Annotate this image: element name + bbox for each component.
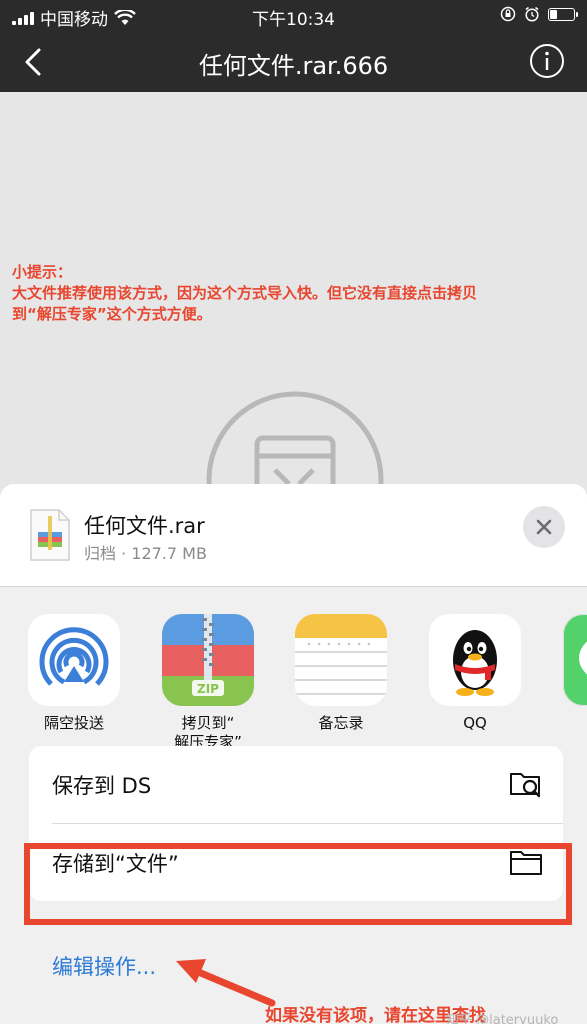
alarm-icon (525, 6, 539, 22)
battery-icon (548, 7, 578, 21)
tip-annotation: 小提示： 大文件推荐使用该方式，因为这个方式导入快。但它没有直接点击拷贝 到“解… (12, 262, 582, 325)
rotation-lock-icon (500, 6, 516, 22)
share-apps-row: 隔空投送 ZIP 拷贝到“ 解压专家” 备忘录 QQ (0, 614, 587, 754)
share-app-label: 隔空投送 (43, 714, 104, 732)
close-button[interactable] (523, 506, 565, 548)
edit-actions-link[interactable]: 编辑操作... (52, 951, 156, 981)
share-app-label-line: 拷贝到“ (181, 714, 235, 732)
nav-bar: 任何文件.rar.666 (0, 32, 587, 92)
share-sheet: 任何文件.rar 归档 · 127.7 MB 隔空投送 ZIP 拷贝到“ 解压专… (0, 484, 587, 1024)
share-app-label: 备忘录 (318, 714, 364, 732)
qq-penguin-icon (429, 614, 521, 706)
status-bar: 中国移动 下午10:34 (0, 0, 587, 32)
share-sheet-header: 任何文件.rar 归档 · 127.7 MB (0, 484, 587, 587)
clock: 下午10:34 (252, 10, 335, 30)
file-name: 任何文件.rar (84, 514, 205, 538)
share-app-qq[interactable]: QQ (410, 614, 540, 733)
notes-icon (295, 614, 387, 706)
tip-title: 小提示： (12, 263, 73, 281)
watermark: 知乎 @lateryuuko (446, 1013, 559, 1024)
info-icon[interactable] (529, 43, 565, 79)
save-to-ds-action[interactable]: 保存到 DS (29, 746, 563, 821)
share-app-label: QQ (463, 714, 487, 732)
tip-line: 大文件推荐使用该方式，因为这个方式导入快。但它没有直接点击拷贝 (12, 284, 478, 302)
zip-expert-icon: ZIP (162, 614, 254, 706)
airdrop-icon (28, 614, 120, 706)
share-app-notes[interactable]: 备忘录 (276, 614, 406, 733)
tip-line: 到“解压专家”这个方式方便。 (12, 305, 212, 323)
share-app-zip-expert[interactable]: ZIP 拷贝到“ 解压专家” (143, 614, 273, 752)
page-title: 任何文件.rar.666 (198, 52, 389, 80)
share-app-messages[interactable] (544, 614, 587, 706)
close-icon (536, 519, 552, 535)
svg-text:ZIP: ZIP (197, 682, 219, 696)
rar-file-icon (30, 509, 70, 561)
messages-icon (563, 614, 587, 706)
back-chevron-icon[interactable] (16, 44, 52, 80)
file-meta: 归档 · 127.7 MB (84, 544, 207, 563)
highlight-annotation-box (24, 843, 572, 925)
action-label: 保存到 DS (52, 774, 152, 798)
share-app-airdrop[interactable]: 隔空投送 (9, 614, 139, 733)
folder-search-icon (510, 773, 541, 798)
